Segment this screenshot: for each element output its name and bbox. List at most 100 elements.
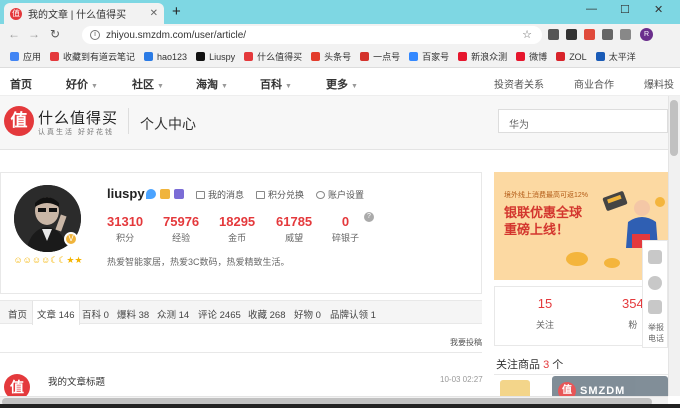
stat-gold: 18295 金币 [219, 214, 256, 243]
report-phone-label[interactable]: 举报 电话 [645, 322, 667, 344]
site-nav: 首页 好价 ▼ 社区 ▼ 海淘 ▼ 百科 ▼ 更多 ▼ 投资者关系 商业合作 爆料投 [0, 68, 680, 96]
smzdm-icon [244, 52, 254, 61]
nav-item-haitao[interactable]: 海淘 ▼ [196, 76, 228, 92]
windows-icon [196, 52, 206, 61]
chevron-down-icon: ▼ [221, 83, 228, 90]
vertical-scroll-thumb[interactable] [670, 100, 678, 156]
bookmark-item[interactable]: 一点号 [360, 50, 400, 63]
water-drop-icon [146, 189, 156, 199]
username[interactable]: liuspy [107, 186, 145, 201]
level-icons: ☺☺☺☺☾☾★★ [13, 255, 83, 265]
my-messages-link[interactable]: 我的消息 [196, 188, 244, 201]
stat-points: 31310 积分 [107, 214, 144, 243]
new-tab-button[interactable]: + [172, 2, 181, 22]
reload-icon[interactable]: ↻ [50, 27, 60, 41]
tab-home[interactable]: 首页 [8, 307, 27, 321]
browser-tab[interactable]: 值 我的文章 | 什么值得买 ✕ [4, 3, 164, 24]
minimize-button[interactable]: — [586, 3, 597, 15]
bookmark-item[interactable]: ZOL [556, 52, 587, 62]
bookmark-item[interactable]: 收藏到有道云笔记 [50, 50, 135, 63]
tab-favorites[interactable]: 收藏 268 [248, 307, 286, 321]
report-icon[interactable] [648, 300, 662, 314]
toutiao-icon [311, 52, 321, 61]
nav-link-tip[interactable]: 爆料投 [644, 76, 674, 91]
tab-brand[interactable]: 品牌认领 1 [330, 307, 376, 321]
extension-icon[interactable] [620, 29, 631, 40]
bookmark-label: 应用 [23, 52, 42, 62]
stat-silver: 0 碎银子 [332, 214, 360, 243]
article-title[interactable]: 我的文章标题 [48, 374, 105, 388]
bookmark-item[interactable]: 头条号 [311, 50, 351, 63]
nav-link-investors[interactable]: 投资者关系 [494, 76, 544, 91]
stat-prestige: 61785 威望 [276, 214, 313, 243]
bookmark-item[interactable]: 新浪众测 [458, 50, 507, 63]
coin-decoration [604, 258, 620, 268]
gear-icon [316, 191, 325, 199]
nav-item-wiki[interactable]: 百科 ▼ [260, 76, 292, 92]
tab-close-icon[interactable]: ✕ [150, 8, 158, 19]
points-exchange-link[interactable]: 积分兑换 [256, 188, 304, 201]
bookmark-item[interactable]: Liuspy [196, 52, 235, 62]
extension-icon[interactable] [602, 29, 613, 40]
bookmark-label: 微博 [529, 52, 548, 62]
bookmark-label: 百家号 [422, 52, 450, 62]
pconline-icon [595, 52, 605, 61]
bookmark-item[interactable]: 微博 [516, 50, 547, 63]
divider [0, 352, 482, 353]
browser-tab-bar: 值 我的文章 | 什么值得买 ✕ + — ☐ ✕ [0, 0, 680, 24]
nav-item-community[interactable]: 社区 ▼ [132, 76, 164, 92]
nav-item-more[interactable]: 更多 ▼ [326, 76, 358, 92]
search-input[interactable]: 华为 [498, 109, 668, 133]
chevron-down-icon: ▼ [157, 83, 164, 90]
back-arrow-icon[interactable]: ← [8, 27, 20, 41]
phone-icon[interactable] [648, 250, 662, 264]
smzdm-logo-icon[interactable]: 值 [4, 106, 34, 136]
tab-title: 我的文章 | 什么值得买 [28, 10, 127, 21]
url-text: zhiyou.smzdm.com/user/article/ [106, 29, 247, 41]
chevron-down-icon: ▼ [91, 83, 98, 90]
maximize-button[interactable]: ☐ [620, 3, 630, 16]
bookmark-label: ZOL [569, 51, 587, 62]
tab-tips[interactable]: 爆料 38 [117, 307, 149, 321]
logo-text[interactable]: 什么值得买 [38, 107, 118, 128]
nav-item-home[interactable]: 首页 [10, 76, 32, 92]
fans-count[interactable]: 354 粉 [622, 296, 644, 331]
bookmark-item[interactable]: 应用 [10, 50, 41, 63]
extension-icon[interactable] [584, 29, 595, 40]
bookmarks-bar: 应用 收藏到有道云笔记 hao123 Liuspy 什么值得买 头条号 一点号 百家号 新浪众测… [0, 46, 680, 68]
content-tabs: 首页 文章 146 百科 0 爆料 38 众测 14 评论 2465 收藏 26… [0, 300, 482, 325]
close-window-button[interactable]: ✕ [654, 3, 663, 16]
sina-icon [458, 52, 468, 61]
tab-goods[interactable]: 好物 0 [294, 307, 321, 321]
submit-article-link[interactable]: 我要投稿 [450, 337, 482, 348]
tab-wiki[interactable]: 百科 0 [82, 307, 109, 321]
bookmark-item[interactable]: 百家号 [409, 50, 449, 63]
help-icon[interactable]: ? [364, 212, 374, 222]
nav-item-deals[interactable]: 好价 ▼ [66, 76, 98, 92]
apps-icon [10, 52, 19, 61]
forward-arrow-icon[interactable]: → [28, 27, 40, 41]
address-bar[interactable]: i zhiyou.smzdm.com/user/article/ ☆ [82, 26, 542, 44]
bookmark-item[interactable]: hao123 [144, 52, 187, 62]
nav-link-business[interactable]: 商业合作 [574, 76, 614, 91]
info-icon[interactable]: i [90, 30, 100, 40]
bookmark-label: 新浪众测 [471, 52, 508, 62]
account-settings-link[interactable]: 账户设置 [316, 188, 364, 201]
tab-reviews[interactable]: 众测 14 [157, 307, 189, 321]
tab-articles[interactable]: 文章 146 [32, 301, 80, 325]
extension-icon[interactable] [548, 29, 559, 40]
bookmark-item[interactable]: 什么值得买 [244, 50, 302, 63]
profile-avatar-icon[interactable]: R [640, 28, 653, 41]
smzdm-favicon-icon: 值 [10, 7, 22, 20]
bookmark-item[interactable]: 太平洋 [595, 50, 636, 63]
coin-decoration [566, 252, 588, 266]
following-count[interactable]: 15 关注 [536, 296, 554, 331]
bookmark-label: 太平洋 [608, 52, 636, 62]
chat-icon[interactable] [648, 276, 662, 290]
pen-icon [174, 189, 184, 199]
bookmark-star-icon[interactable]: ☆ [522, 28, 532, 41]
tab-comments[interactable]: 评论 2465 [198, 307, 241, 321]
verified-badge-icon: V [64, 232, 78, 246]
extension-icon[interactable] [566, 29, 577, 40]
logo-slogan: 认真生活 好好花钱 [38, 129, 114, 136]
